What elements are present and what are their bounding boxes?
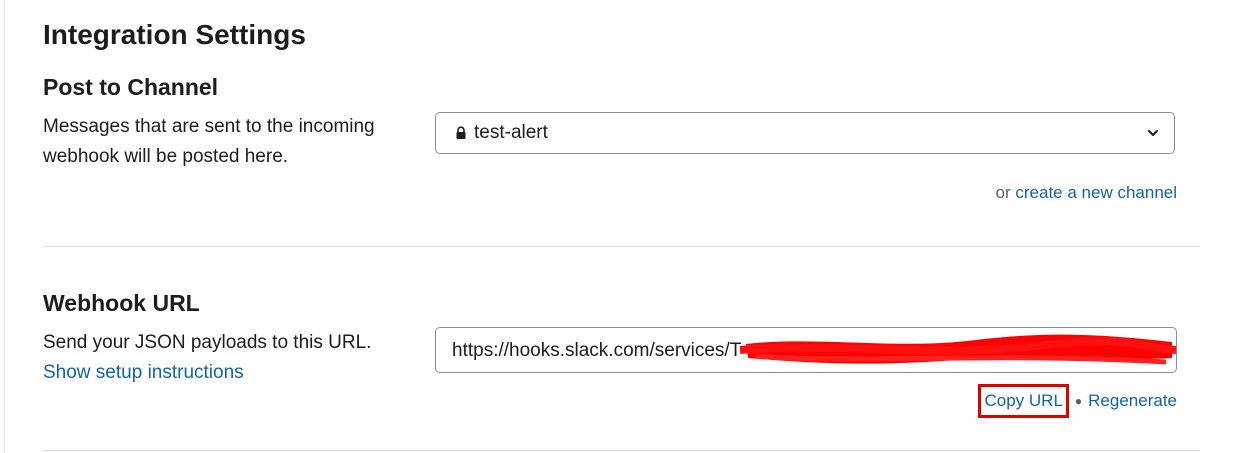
post-to-channel-title: Post to Channel [43,74,219,100]
webhook-url-title: Webhook URL [43,290,200,316]
create-new-channel-link[interactable]: create a new channel [1015,183,1177,202]
show-setup-instructions-link[interactable]: Show setup instructions [43,358,244,388]
post-to-channel-description: Messages that are sent to the incoming w… [43,116,375,167]
copy-url-button[interactable]: Copy URL [978,384,1069,418]
url-actions: Copy URL ● Regenerate [978,384,1177,418]
channel-select[interactable]: test-alert [435,112,1175,154]
webhook-description: Send your JSON payloads to this URL. [43,332,372,353]
page-title: Integration Settings [43,19,306,50]
section-divider [43,246,1200,247]
redaction-scribble [739,334,1176,365]
webhook-url-text: https://hooks.slack.com/services/T [452,340,742,361]
or-text: or [995,183,1011,202]
webhook-url-field[interactable]: https://hooks.slack.com/services/T [435,327,1177,373]
channel-select-value: test-alert [474,122,548,143]
create-channel-row: or create a new channel [996,182,1177,204]
chevron-down-icon [1148,130,1158,136]
separator-dot: ● [1074,394,1083,408]
left-border [4,0,5,453]
lock-icon [456,126,466,139]
section-divider-bottom [43,450,1200,451]
regenerate-link[interactable]: Regenerate [1088,390,1177,412]
